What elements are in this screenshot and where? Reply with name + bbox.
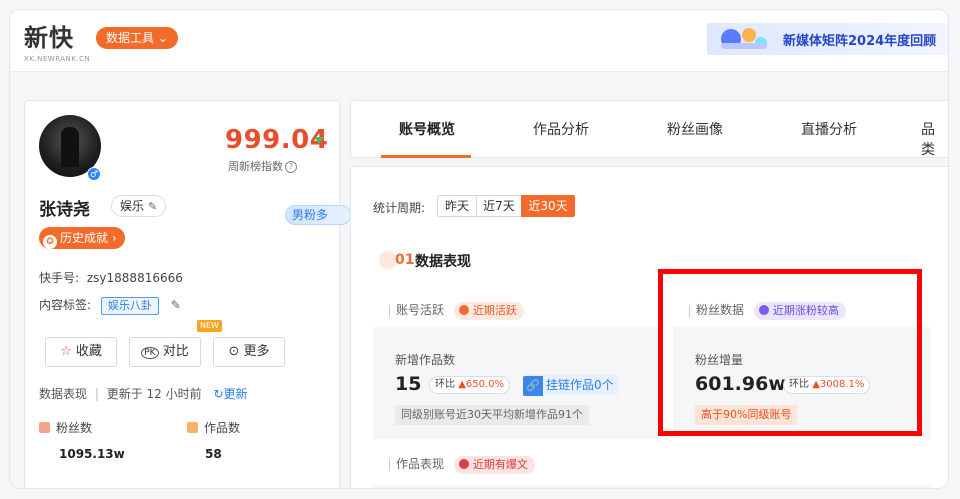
linked-works-label: 挂链作品0个 (546, 378, 614, 392)
medal-icon: ✪ (43, 235, 57, 249)
weekly-index-label: 周新榜指数? (228, 158, 297, 174)
highlight-box (658, 269, 922, 436)
fans-stat-label: 粉丝数 (39, 419, 92, 436)
star-icon: ☆ (60, 344, 72, 359)
new-works-title: 新增作品数 (395, 353, 456, 367)
tab-live-analysis[interactable]: 直播分析 (801, 119, 857, 139)
history-achievement-button[interactable]: ✪ 历史成就 › (39, 227, 125, 249)
account-name: 张诗尧 (39, 200, 90, 220)
period-yesterday[interactable]: 昨天 (437, 195, 477, 217)
fans-stat-value: 1095.13w (59, 447, 125, 461)
activity-pill: 近期活跃 (453, 301, 524, 320)
main-tabs: 账号概览 作品分析 粉丝画像 直播分析 品类 (350, 100, 948, 158)
collect-label: 收藏 (75, 344, 102, 359)
works-pill: 近期有爆文 (453, 455, 535, 474)
account-id-label: 快手号: (39, 271, 80, 285)
works-metric-box (373, 485, 933, 488)
mom-value: 650.0% (465, 379, 505, 390)
works-pill-label: 近期有爆文 (472, 457, 528, 471)
help-icon[interactable]: ? (285, 161, 297, 173)
data-tools-button[interactable]: 数据工具 ⌄ (96, 27, 178, 49)
refresh-icon: ↻ (213, 387, 224, 401)
works-label: 作品数 (204, 421, 241, 435)
account-id-row: 快手号: zsy1888816666 (39, 269, 183, 286)
edit-icon: ✎ (148, 200, 158, 213)
section-title: 数据表现 (415, 254, 471, 270)
active-tab-indicator (381, 155, 471, 158)
works-stat-value: 58 (205, 447, 222, 461)
banner-text: 新媒体矩阵2024年度回顾 (783, 34, 937, 49)
more-button[interactable]: ⊙ 更多 (213, 337, 285, 367)
data-performance-label: 数据表现 (39, 387, 88, 401)
period-7days[interactable]: 近7天 (476, 195, 522, 217)
top-header: 新快 XK.NEWRANK.CN 数据工具 ⌄ 新媒体矩阵2024年度回顾 (10, 10, 948, 72)
compare-label: 对比 (162, 344, 189, 359)
period-label: 统计周期: (373, 201, 426, 215)
gender-badge[interactable]: 男粉多 (285, 205, 351, 225)
account-id-value: zsy1888816666 (86, 271, 183, 285)
banner-graphic-icon (721, 28, 767, 49)
tab-category[interactable]: 品类 (921, 119, 948, 159)
data-tools-label: 数据工具 (106, 31, 155, 45)
new-works-mom-badge: 环比 ▲650.0% (429, 376, 511, 394)
works-icon (187, 422, 198, 433)
up-arrow-icon: ▲ (458, 379, 466, 390)
peer-average-note: 同级别账号近30天平均新增作品91个 (395, 405, 589, 425)
history-label: 历史成就 (60, 231, 109, 245)
content-tags-label: 内容标签: (39, 298, 92, 312)
tab-works-analysis[interactable]: 作品分析 (533, 119, 589, 139)
update-time: 更新于 12 小时前 (106, 387, 202, 401)
new-badge: NEW (197, 320, 222, 332)
activity-block-header: 账号活跃 近期活跃 (389, 301, 524, 320)
category-pill[interactable]: 娱乐 ✎ (111, 195, 167, 217)
fans-icon (39, 422, 50, 433)
more-dots-icon: ⊙ (228, 344, 240, 359)
logo-text: 新快 (24, 24, 74, 52)
content-tag[interactable]: 娱乐八卦 (100, 297, 159, 315)
more-label: 更多 (243, 344, 270, 359)
trend-down-icon (314, 137, 324, 144)
fans-label: 粉丝数 (56, 421, 93, 435)
weekly-index-score: 999.04 (225, 125, 329, 155)
compare-button[interactable]: PK 对比 (129, 337, 201, 367)
logo[interactable]: 新快 XK.NEWRANK.CN (24, 18, 90, 63)
link-icon: 🔗 (523, 376, 543, 396)
refresh-label: 更新 (223, 387, 248, 401)
tab-account-overview[interactable]: 账号概览 (399, 119, 455, 139)
linked-works-chip[interactable]: 🔗 挂链作品0个 (523, 375, 618, 396)
refresh-button[interactable]: ↻更新 (213, 387, 247, 401)
works-block-header: 作品表现 近期有爆文 (389, 455, 535, 474)
works-performance-title: 作品表现 (396, 457, 445, 471)
chevron-down-icon: ⌄ (157, 31, 168, 45)
male-icon: ♂ (87, 167, 101, 181)
promo-banner[interactable]: 新媒体矩阵2024年度回顾 (707, 23, 948, 55)
hot-icon (458, 458, 469, 469)
new-works-value: 15 (395, 373, 422, 395)
category-label: 娱乐 (120, 199, 145, 213)
update-row: 数据表现 | 更新于 12 小时前 ↻更新 (39, 387, 248, 401)
profile-card: ♂ 999.04 周新榜指数? 张诗尧 娱乐 ✎ 男粉多 ✪ 历史成就 › 快手号:… (24, 100, 351, 488)
edit-tag-icon[interactable]: ✎ (171, 298, 181, 312)
works-stat-label: 作品数 (187, 419, 240, 436)
collect-button[interactable]: ☆ 收藏 (45, 337, 117, 367)
tab-fans-profile[interactable]: 粉丝画像 (667, 119, 723, 139)
period-30days[interactable]: 近30天 (521, 195, 575, 217)
activity-pill-label: 近期活跃 (472, 303, 517, 317)
activity-title: 账号活跃 (396, 303, 445, 317)
content-tags-row: 内容标签: 娱乐八卦 ✎ (39, 296, 181, 315)
logo-subtext: XK.NEWRANK.CN (24, 55, 91, 63)
mom-label: 环比 (435, 379, 455, 390)
send-icon (458, 304, 469, 315)
weekly-index-text: 周新榜指数 (228, 160, 283, 173)
section-number: 01 (395, 252, 415, 268)
pk-icon: PK (141, 347, 159, 359)
